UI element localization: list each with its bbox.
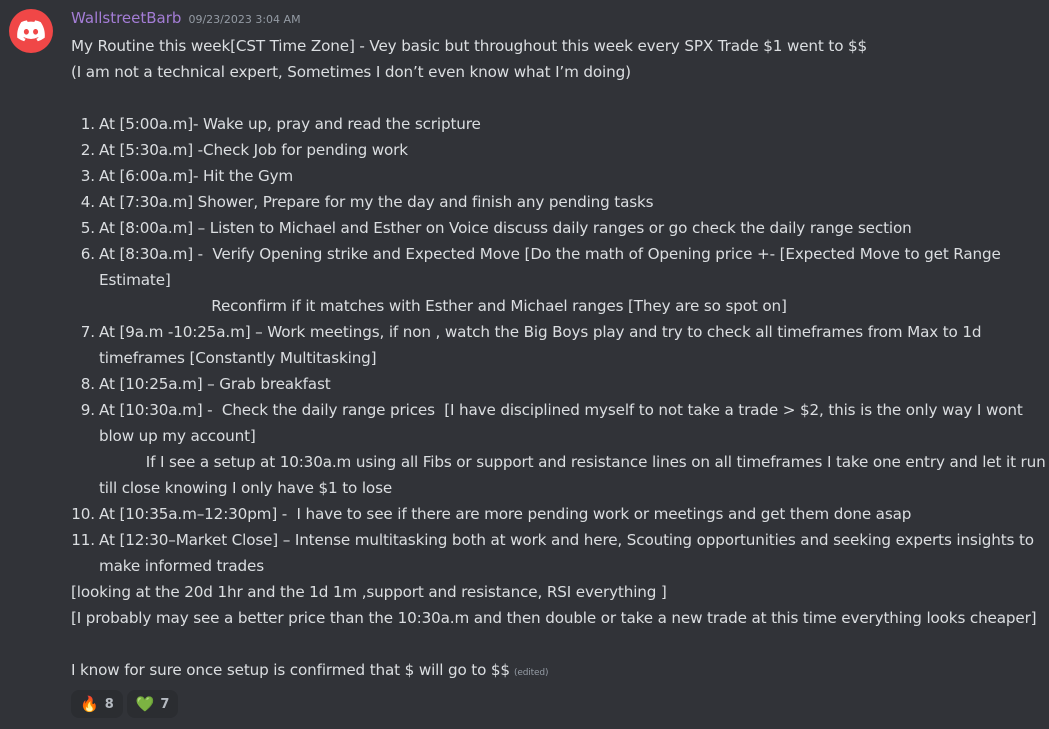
routine-list: 1. At [5:00a.m]- Wake up, pray and read t… bbox=[71, 111, 1046, 579]
discord-logo-icon bbox=[17, 20, 45, 42]
item-text-line: At [10:35a.m–12:30pm] - I have to see if… bbox=[99, 505, 912, 523]
item-text-line: At [9a.m -10:25a.m] – Work meetings, if … bbox=[99, 323, 982, 341]
routine-item: 3. At [6:00a.m]- Hit the Gym bbox=[71, 163, 1019, 189]
item-text-line: At [5:30a.m] -Check Job for pending work bbox=[99, 141, 408, 159]
reactions-bar: 🔥 8 💚 7 bbox=[71, 690, 179, 718]
message-content: My Routine this week[CST Time Zone] - Ve… bbox=[71, 33, 1046, 683]
item-number: 11. bbox=[71, 531, 95, 549]
item-number: 3. bbox=[80, 167, 95, 185]
item-text-line: till close knowing I only have $1 to los… bbox=[99, 479, 393, 497]
edited-label[interactable]: (edited) bbox=[514, 668, 549, 678]
routine-item: 1. At [5:00a.m]- Wake up, pray and read t… bbox=[71, 111, 1019, 137]
intro-line: My Routine this week[CST Time Zone] - Ve… bbox=[71, 37, 868, 55]
note-line: [I probably may see a better price than … bbox=[71, 609, 1037, 627]
item-number: 5. bbox=[80, 219, 95, 237]
item-number: 6. bbox=[80, 245, 95, 263]
item-number: 2. bbox=[80, 141, 95, 159]
item-text-line: At [10:25a.m] – Grab breakfast bbox=[99, 375, 331, 393]
routine-item: 5. At [8:00a.m] – Listen to Michael and E… bbox=[71, 215, 1019, 241]
routine-item: 7. At [9a.m -10:25a.m] – Work meetings, i… bbox=[71, 319, 1019, 371]
reaction-fire[interactable]: 🔥 8 bbox=[71, 690, 123, 718]
item-text-line: At [10:30a.m] - Check the daily range pr… bbox=[99, 401, 1023, 419]
timestamp[interactable]: 09/23/2023 3:04 AM bbox=[188, 13, 300, 26]
item-text-line: At [6:00a.m]- Hit the Gym bbox=[99, 167, 294, 185]
message-header: WallstreetBarb 09/23/2023 3:04 AM bbox=[71, 9, 301, 31]
reaction-count: 7 bbox=[160, 696, 170, 712]
reaction-count: 8 bbox=[104, 696, 114, 712]
green-heart-icon: 💚 bbox=[135, 694, 155, 713]
avatar[interactable] bbox=[9, 9, 53, 53]
fire-icon: 🔥 bbox=[80, 694, 99, 713]
reaction-green-heart[interactable]: 💚 7 bbox=[126, 690, 179, 718]
chat-message: WallstreetBarb 09/23/2023 3:04 AM My Rou… bbox=[0, 0, 1049, 729]
username[interactable]: WallstreetBarb bbox=[71, 9, 181, 27]
item-text-line: make informed trades bbox=[99, 557, 264, 575]
item-number: 1. bbox=[80, 115, 95, 133]
item-number: 8. bbox=[80, 375, 95, 393]
routine-item: 4. At [7:30a.m] Shower, Prepare for my th… bbox=[71, 189, 1019, 215]
item-number: 9. bbox=[80, 401, 95, 419]
item-text-line: timeframes [Constantly Multitasking] bbox=[99, 349, 377, 367]
routine-item: 2. At [5:30a.m] -Check Job for pending wo… bbox=[71, 137, 1019, 163]
routine-item: 10. At [10:35a.m–12:30pm] - I have to see… bbox=[71, 501, 1019, 527]
closing-text: I know for sure once setup is confirmed … bbox=[71, 661, 510, 679]
item-text-line: At [5:00a.m]- Wake up, pray and read the… bbox=[99, 115, 481, 133]
item-text-line: Estimate] bbox=[99, 271, 171, 289]
item-number: 4. bbox=[80, 193, 95, 211]
routine-item: 9. At [10:30a.m] - Check the daily range … bbox=[71, 397, 1046, 501]
note-line: [looking at the 20d 1hr and the 1d 1m ,s… bbox=[71, 583, 667, 601]
closing-line: I know for sure once setup is confirmed … bbox=[71, 657, 1041, 683]
routine-item: 8. At [10:25a.m] – Grab breakfast bbox=[71, 371, 1019, 397]
item-number: 7. bbox=[80, 323, 95, 341]
routine-item: 6. At [8:30a.m] - Verify Opening strike a… bbox=[71, 241, 1019, 319]
item-text-line: At [12:30–Market Close] – Intense multit… bbox=[99, 531, 1034, 549]
item-text-line: At [8:30a.m] - Verify Opening strike and… bbox=[99, 245, 1001, 263]
intro-line: (I am not a technical expert, Sometimes … bbox=[71, 63, 631, 81]
item-number: 10. bbox=[71, 505, 95, 523]
item-text-line: At [7:30a.m] Shower, Prepare for my the … bbox=[99, 193, 654, 211]
item-text-line: blow up my account] bbox=[99, 427, 256, 445]
item-text-line: Reconfirm if it matches with Esther and … bbox=[99, 297, 787, 315]
routine-item: 11. At [12:30–Market Close] – Intense mul… bbox=[71, 527, 1034, 579]
item-text-line: If I see a setup at 10:30a.m using all F… bbox=[99, 453, 1046, 471]
item-text-line: At [8:00a.m] – Listen to Michael and Est… bbox=[99, 219, 912, 237]
